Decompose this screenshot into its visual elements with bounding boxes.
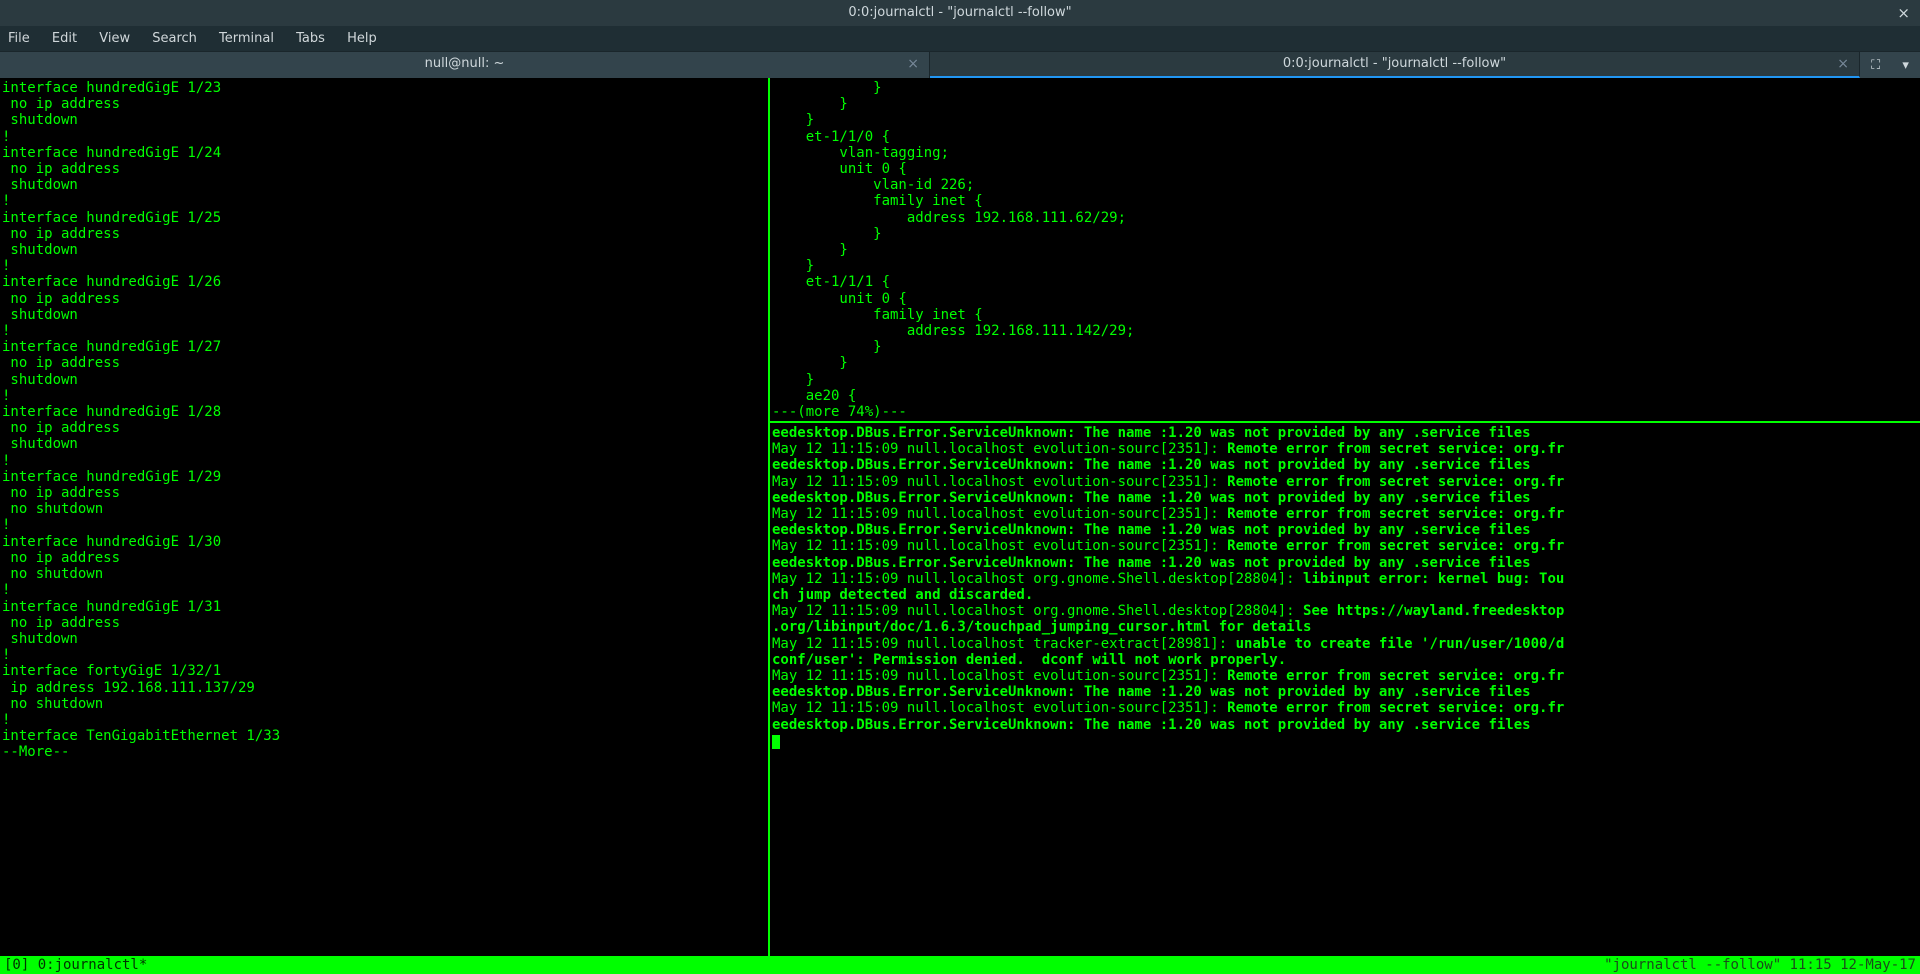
router-config-output: interface hundredGigE 1/23 no ip address… [2, 80, 280, 760]
window-close-button[interactable]: × [1897, 0, 1910, 26]
tab-dropdown-icon[interactable]: ▾ [1902, 58, 1909, 73]
terminal-workspace: interface hundredGigE 1/23 no ip address… [0, 78, 1920, 956]
menu-edit[interactable]: Edit [52, 31, 77, 46]
menu-tabs[interactable]: Tabs [296, 31, 325, 46]
terminal-cursor [772, 735, 780, 749]
menu-file[interactable]: File [8, 31, 30, 46]
pane-juniper-config[interactable]: } } } et-1/1/0 { vlan-tagging; unit 0 { … [770, 78, 1920, 423]
tmux-status-bar: [0] 0:journalctl* "journalctl --follow" … [0, 956, 1920, 974]
menu-help[interactable]: Help [347, 31, 377, 46]
tab-shell-close-icon[interactable]: × [907, 52, 919, 76]
menu-search[interactable]: Search [152, 31, 197, 46]
tmux-status-left: [0] 0:journalctl* [4, 956, 147, 974]
tab-journalctl-close-icon[interactable]: × [1837, 52, 1849, 76]
tab-controls: ⛶ ▾ [1860, 52, 1920, 78]
tab-shell-label: null@null: ~ [425, 56, 505, 71]
pane-router-config[interactable]: interface hundredGigE 1/23 no ip address… [0, 78, 770, 956]
journalctl-output: eedesktop.DBus.Error.ServiceUnknown: The… [772, 425, 1918, 749]
tmux-status-right: "journalctl --follow" 11:15 12-May-17 [1604, 956, 1916, 974]
pane-right-column: } } } et-1/1/0 { vlan-tagging; unit 0 { … [770, 78, 1920, 956]
tab-bar: null@null: ~ × 0:0:journalctl - "journal… [0, 52, 1920, 78]
pane-journalctl[interactable]: eedesktop.DBus.Error.ServiceUnknown: The… [770, 423, 1920, 956]
screenshot-icon[interactable]: ⛶ [1871, 58, 1880, 73]
menu-bar: File Edit View Search Terminal Tabs Help [0, 26, 1920, 52]
menu-view[interactable]: View [99, 31, 130, 46]
tab-journalctl[interactable]: 0:0:journalctl - "journalctl --follow" × [930, 52, 1860, 78]
tab-shell[interactable]: null@null: ~ × [0, 52, 930, 78]
juniper-config-output: } } } et-1/1/0 { vlan-tagging; unit 0 { … [772, 80, 1134, 420]
menu-terminal[interactable]: Terminal [219, 31, 274, 46]
window-title: 0:0:journalctl - "journalctl --follow" [848, 5, 1071, 20]
tab-journalctl-label: 0:0:journalctl - "journalctl --follow" [1283, 56, 1506, 71]
window-titlebar: 0:0:journalctl - "journalctl --follow" × [0, 0, 1920, 26]
